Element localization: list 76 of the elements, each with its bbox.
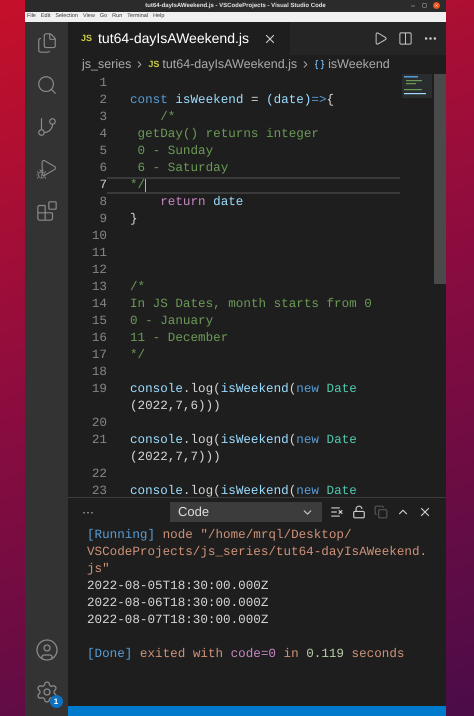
output-line: [Done] exited with code=0 in 0.119 seconds [87,646,406,663]
line-number: 14 [90,296,107,313]
output-line: 2022-08-05T18:30:00.000Z [87,578,270,595]
line-number: 1 [98,75,107,92]
code-line: console.log(isWeekend(new Date [130,381,357,398]
line-number: 11 [90,245,107,262]
clear-output-icon[interactable] [330,505,344,519]
code-line: 11 - December [130,330,228,347]
code-line: In JS Dates, month starts from 0 [130,296,372,313]
output-line: [Running] node "/home/mrql/Desktop/ [87,527,353,544]
code-line: */ [130,179,146,194]
search-icon[interactable] [36,74,58,96]
run-debug-icon[interactable] [36,158,58,180]
code-line: (2022,7,7))) [130,449,221,466]
extensions-icon[interactable] [36,200,58,222]
breadcrumb-item[interactable]: isWeekend [328,55,390,74]
line-number: 18 [90,364,107,381]
code-line: */ [130,347,146,364]
line-number: 16 [90,330,107,347]
line-number: 8 [98,194,107,211]
close-button[interactable] [433,2,440,9]
code-line: getDay() returns integer [136,126,319,143]
code-line: 0 - January [130,313,214,330]
output-line: VSCodeProjects/js_series/tut64-dayIsAWeekend. [87,544,428,561]
run-icon[interactable] [373,31,388,46]
minimap-drawing [402,74,432,98]
line-number: 23 [90,483,107,497]
line-number: 22 [90,466,107,483]
line-number: 3 [98,109,107,126]
line-number: 20 [90,415,107,432]
tab-label: tut64-dayIsAWeekend.js [98,29,249,48]
line-number: 10 [90,228,107,245]
account-icon[interactable] [34,638,58,662]
maximize-icon[interactable] [422,3,427,8]
code-line: 0 - Sunday [136,143,214,160]
notification-badge: 1 [50,695,62,708]
line-number: 9 [98,211,107,228]
line-number: 12 [90,262,107,279]
symbol-icon [314,59,326,70]
text-cursor [145,179,146,192]
more-actions[interactable]: ··· [82,503,162,521]
minimize-icon[interactable] [410,2,416,8]
code-line: const isWeekend = (date)=>{ [130,92,334,109]
code-line: console.log(isWeekend(new Date [130,483,357,497]
unlock-icon[interactable] [352,505,366,519]
line-number: 15 [90,313,107,330]
code-line: /* [130,279,146,296]
output-line: 2022-08-06T18:30:00.000Z [87,595,270,612]
line-number: 6 [98,160,107,177]
branch-icon[interactable] [36,116,58,138]
breadcrumb-item[interactable]: js_series [82,55,132,74]
line-number: 21 [90,432,107,449]
js-file-icon: JS [81,32,92,46]
split-editor-icon[interactable] [398,31,413,46]
output-channel-dropdown[interactable]: Code [170,502,322,522]
code-line: console.log(isWeekend(new Date [130,432,357,449]
js-file-icon: JS [148,58,160,72]
line-number: 4 [98,126,107,143]
files-icon[interactable] [36,32,58,54]
line-number: 5 [98,143,107,160]
settings-icon[interactable] [34,680,58,704]
code-line: } [130,211,138,228]
code-line: return date [159,194,244,211]
output-line: js" [87,561,111,578]
line-number: 13 [90,279,107,296]
line-number: 19 [90,381,107,398]
line-number: 2 [98,92,107,109]
line-number: 17 [90,347,107,364]
breadcrumb-item[interactable]: tut64-dayIsAWeekend.js [162,55,298,74]
code-line: (2022,7,6))) [130,398,221,415]
editor-tab[interactable]: JS tut64-dayIsAWeekend.js [68,22,290,55]
line-number: 7 [98,177,107,194]
output-line: 2022-08-07T18:30:00.000Z [87,612,270,629]
code-line: /* [159,109,176,126]
code-line: 6 - Saturday [136,160,228,177]
close-icon[interactable] [418,505,432,519]
